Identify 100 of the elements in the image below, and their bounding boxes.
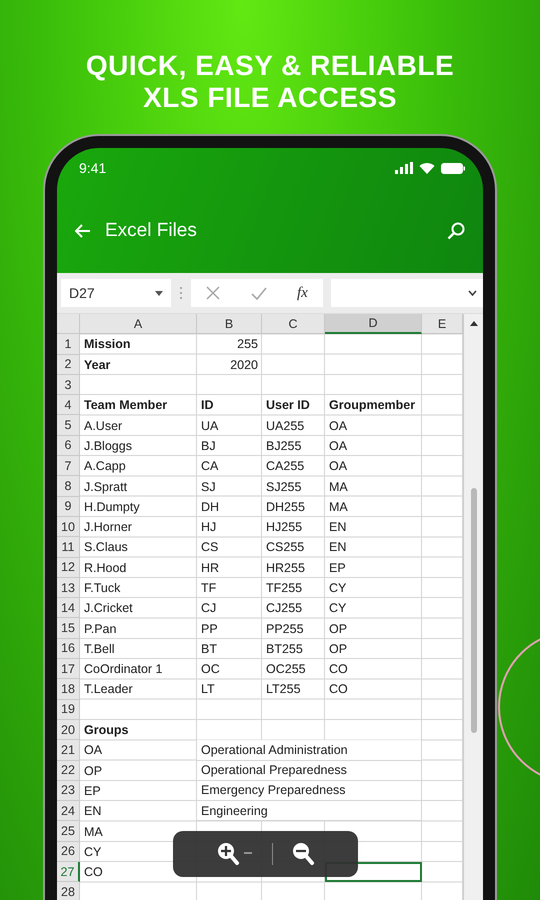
column-header[interactable]: E bbox=[422, 314, 463, 334]
table-cell-text: T.Leader bbox=[83, 681, 134, 698]
table-cell-text: EN bbox=[328, 539, 348, 556]
row-header[interactable]: 20 bbox=[57, 720, 80, 740]
table-cell-text: EN bbox=[83, 803, 102, 820]
table-cell-text: Year bbox=[83, 356, 112, 374]
table-cell-text: J.Bloggs bbox=[83, 438, 133, 455]
row-header[interactable]: 22 bbox=[57, 760, 80, 781]
table-cell-text: R.Hood bbox=[83, 560, 128, 577]
row-header[interactable]: 7 bbox=[57, 456, 80, 476]
table-cell-text: LT bbox=[200, 681, 216, 698]
table-cell-text: CJ255 bbox=[265, 600, 304, 618]
table-cell-text: CY bbox=[328, 600, 348, 618]
table-cell-text: CA bbox=[200, 458, 220, 476]
row-header[interactable]: 1 bbox=[57, 334, 80, 355]
table-cell-text: HJ255 bbox=[265, 519, 304, 536]
table-cell-text: OA bbox=[328, 418, 348, 435]
table-cell-text: A.User bbox=[83, 418, 124, 435]
table-cell-text: CO bbox=[83, 864, 104, 882]
column-header[interactable]: B bbox=[197, 314, 262, 334]
row-header[interactable]: 3 bbox=[57, 374, 80, 396]
table-cell-text: MA bbox=[328, 498, 349, 516]
table-cell-text: TF bbox=[200, 580, 218, 597]
column-header[interactable]: D bbox=[325, 314, 422, 334]
row-header[interactable]: 15 bbox=[57, 618, 80, 639]
table-cell-text: OC bbox=[200, 661, 221, 678]
headline: XLS FILE ACCESS bbox=[143, 82, 397, 114]
row-header[interactable]: 12 bbox=[57, 558, 80, 578]
table-cell-text: CO bbox=[328, 681, 349, 698]
row-header[interactable]: 23 bbox=[57, 780, 80, 802]
row-header[interactable]: 28 bbox=[57, 882, 80, 900]
table-cell-text: LT255 bbox=[265, 681, 302, 698]
table-cell-text: PP255 bbox=[265, 620, 305, 638]
row-header[interactable]: 19 bbox=[57, 700, 80, 720]
status-time: 9:41 bbox=[79, 160, 106, 176]
row-header[interactable]: 13 bbox=[57, 578, 80, 598]
name-box[interactable]: D27 bbox=[61, 279, 171, 307]
row-header[interactable]: 9 bbox=[57, 496, 80, 517]
table-cell-text: BT255 bbox=[265, 640, 304, 658]
app-title: Excel Files bbox=[105, 220, 198, 242]
table-cell-text: BJ bbox=[200, 438, 217, 455]
table-cell-text: CY bbox=[328, 580, 348, 597]
table-cell-text: F.Tuck bbox=[83, 580, 122, 597]
table-cell-text: J.Spratt bbox=[83, 478, 128, 496]
row-header[interactable]: 10 bbox=[57, 516, 80, 538]
table-cell-text: J.Cricket bbox=[83, 600, 134, 618]
table-cell-text: HR255 bbox=[265, 560, 306, 577]
row-header[interactable]: 17 bbox=[57, 659, 80, 680]
row-header[interactable]: 2 bbox=[57, 354, 80, 375]
row-header[interactable]: 24 bbox=[57, 801, 80, 822]
row-header[interactable]: 16 bbox=[57, 638, 80, 660]
table-cell-text: EP bbox=[328, 560, 347, 577]
table-cell-text: User ID bbox=[265, 397, 311, 414]
row-header[interactable]: 4 bbox=[57, 395, 80, 416]
table-cell-text: CY bbox=[83, 844, 102, 861]
table-cell-text: MA bbox=[328, 478, 349, 496]
table-cell-text: Team Member bbox=[83, 397, 168, 414]
table-cell-text: P.Pan bbox=[83, 620, 118, 638]
table-cell-text: SJ bbox=[200, 478, 217, 496]
table-cell-text: OP bbox=[83, 762, 104, 780]
table-cell-text: CoOrdinator 1 bbox=[83, 661, 164, 678]
table-cell-text: 2020 bbox=[229, 356, 259, 374]
table-cell-text: J.Horner bbox=[83, 519, 133, 536]
table-cell-text: OP bbox=[328, 620, 348, 638]
table-cell-text: EN bbox=[328, 519, 348, 536]
table-cell-text: PP bbox=[200, 620, 219, 638]
table-cell-text: OP bbox=[328, 640, 348, 658]
table-cell-text: CJ bbox=[200, 600, 218, 618]
table-cell-text: DH bbox=[200, 498, 220, 516]
headline: QUICK, EASY & RELIABLE bbox=[86, 50, 454, 82]
table-cell-text: TF255 bbox=[265, 580, 304, 597]
table-cell-text: EP bbox=[83, 782, 102, 800]
function-button[interactable]: fx bbox=[296, 284, 308, 302]
table-cell-text: T.Bell bbox=[83, 640, 116, 658]
column-header[interactable]: A bbox=[80, 314, 197, 334]
table-cell-text: CA255 bbox=[265, 458, 306, 476]
table-cell: Operational Administration bbox=[197, 740, 421, 761]
row-header[interactable]: 25 bbox=[57, 821, 80, 842]
table-cell-text: CS255 bbox=[265, 539, 306, 556]
row-header[interactable]: 11 bbox=[57, 537, 80, 558]
column-header[interactable]: C bbox=[262, 314, 325, 334]
row-header[interactable]: 27 bbox=[57, 862, 80, 882]
row-header[interactable]: 18 bbox=[57, 679, 80, 700]
table-cell: Engineering bbox=[197, 801, 421, 822]
table-cell-text: UA bbox=[200, 418, 220, 435]
row-header[interactable]: 26 bbox=[57, 842, 80, 862]
table-cell-text: UA255 bbox=[265, 418, 306, 435]
row-header[interactable]: 21 bbox=[57, 740, 80, 761]
row-header[interactable]: 8 bbox=[57, 476, 80, 497]
row-header[interactable]: 6 bbox=[57, 436, 80, 456]
cell-reference: D27 bbox=[69, 285, 95, 301]
table-cell-text: CS bbox=[200, 539, 220, 556]
table-cell-text: 255 bbox=[236, 336, 259, 354]
table-cell-text: H.Dumpty bbox=[83, 498, 141, 516]
table-cell-text: CO bbox=[328, 661, 349, 678]
table-cell-text: MA bbox=[83, 824, 104, 841]
row-header[interactable]: 5 bbox=[57, 415, 80, 436]
table-cell-text: Groupmember bbox=[328, 397, 416, 414]
table-cell-text: S.Claus bbox=[83, 539, 129, 556]
row-header[interactable]: 14 bbox=[57, 598, 80, 618]
